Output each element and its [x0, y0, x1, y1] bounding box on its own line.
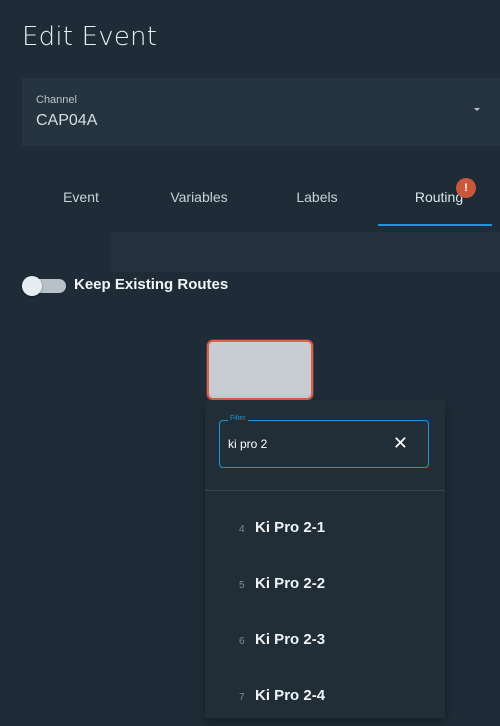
- channel-select[interactable]: Channel CAP04A: [22, 78, 500, 146]
- filter-label: Filter: [228, 415, 248, 422]
- tab-event[interactable]: Event: [22, 168, 140, 226]
- list-item[interactable]: 7 Ki Pro 2-4: [239, 684, 325, 708]
- filter-field: Filter ✕: [219, 415, 429, 468]
- item-number: 7: [239, 692, 245, 703]
- divider: [205, 490, 445, 491]
- tab-bar: Event Variables Labels Routing !: [22, 168, 500, 228]
- item-label: Ki Pro 2-4: [255, 687, 326, 704]
- list-item[interactable]: 4 Ki Pro 2-1: [239, 516, 325, 540]
- toggle-label: Keep Existing Routes: [74, 276, 229, 293]
- list-item[interactable]: 5 Ki Pro 2-2: [239, 572, 325, 596]
- item-number: 4: [239, 524, 245, 535]
- filter-input[interactable]: [228, 435, 388, 453]
- tab-routing[interactable]: Routing: [378, 168, 500, 226]
- route-slot-button[interactable]: [207, 340, 313, 400]
- content-strip: [110, 232, 500, 272]
- toggle-knob: [22, 276, 42, 296]
- tab-variables[interactable]: Variables: [140, 168, 258, 226]
- channel-label: Channel: [36, 94, 77, 106]
- item-label: Ki Pro 2-1: [255, 519, 326, 536]
- chevron-down-icon: [474, 108, 480, 111]
- item-label: Ki Pro 2-2: [255, 575, 326, 592]
- item-number: 5: [239, 580, 245, 591]
- tab-labels[interactable]: Labels: [258, 168, 376, 226]
- item-label: Ki Pro 2-3: [255, 631, 326, 648]
- keep-existing-routes-toggle[interactable]: [22, 276, 66, 296]
- page-title: Edit Event: [22, 22, 158, 52]
- route-dropdown: Filter ✕ 4 Ki Pro 2-1 5 Ki Pro 2-2 6 Ki …: [205, 400, 445, 718]
- alert-badge-icon: !: [456, 178, 476, 198]
- active-tab-indicator: [378, 224, 492, 226]
- item-number: 6: [239, 636, 245, 647]
- list-item[interactable]: 6 Ki Pro 2-3: [239, 628, 325, 652]
- clear-icon[interactable]: ✕: [393, 433, 408, 453]
- channel-value: CAP04A: [36, 112, 98, 129]
